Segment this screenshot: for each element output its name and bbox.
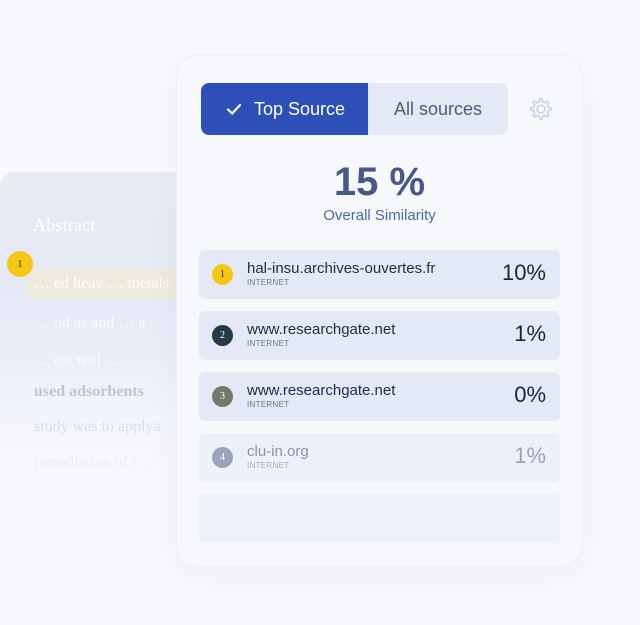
document-line: remediation of r… xyxy=(34,454,154,471)
source-domain: hal-insu.archives-ouvertes.fr xyxy=(247,260,436,277)
source-row-placeholder xyxy=(199,494,560,543)
document-line: used adsorbents xyxy=(34,383,144,400)
match-marker[interactable]: 1 xyxy=(7,251,33,277)
document-line: … ost wid … xyxy=(34,352,121,369)
source-percent: 1% xyxy=(514,321,546,346)
source-type: INTERNET xyxy=(247,400,290,409)
check-icon xyxy=(226,103,242,115)
source-type: INTERNET xyxy=(247,278,290,287)
source-row[interactable]: 3 www.researchgate.net INTERNET 0% xyxy=(199,372,560,421)
document-title: Abstract xyxy=(33,215,96,235)
source-row[interactable]: 1 hal-insu.archives-ouvertes.fr INTERNET… xyxy=(199,250,560,299)
source-type: INTERNET xyxy=(247,339,290,348)
gear-icon[interactable] xyxy=(528,96,554,122)
document-line: study was to applya xyxy=(34,418,161,435)
tab-all-sources-label: All sources xyxy=(393,98,483,119)
tab-top-source-label: Top Source xyxy=(253,98,346,119)
source-row[interactable]: 2 www.researchgate.net INTERNET 1% xyxy=(199,311,560,360)
source-domain: clu-in.org xyxy=(247,443,309,460)
document-preview xyxy=(0,172,200,502)
source-rank-badge: 1 xyxy=(212,264,233,285)
source-rank-badge: 2 xyxy=(212,325,233,346)
source-percent: 0% xyxy=(514,382,546,407)
source-domain: www.researchgate.net xyxy=(247,382,396,399)
tab-all-sources[interactable]: All sources xyxy=(368,83,508,135)
overall-similarity-value: 15 % xyxy=(333,160,426,204)
source-percent: 1% xyxy=(514,443,546,468)
source-domain: www.researchgate.net xyxy=(247,321,396,338)
overall-similarity-label: Overall Similarity xyxy=(323,207,436,224)
document-line: … od as and … a xyxy=(34,314,146,331)
source-row[interactable]: 4 clu-in.org INTERNET 1% xyxy=(199,433,560,482)
stage: Abstract … ed heav … metals … od as and … xyxy=(0,0,640,625)
source-percent: 10% xyxy=(501,260,546,285)
source-rank-badge: 4 xyxy=(212,447,233,468)
tab-top-source[interactable]: Top Source xyxy=(201,83,368,135)
source-type: INTERNET xyxy=(247,461,290,470)
source-rank-badge: 3 xyxy=(212,386,233,407)
document-highlight-text: … ed heav … metals xyxy=(34,275,170,292)
